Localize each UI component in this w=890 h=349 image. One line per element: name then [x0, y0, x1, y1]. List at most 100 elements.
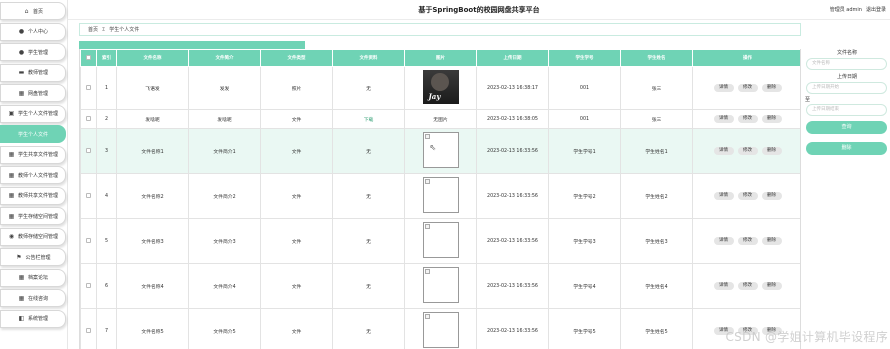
grid-icon: ▦	[18, 274, 25, 281]
image-thumbnail[interactable]	[422, 222, 459, 258]
student-number: 学生学号1	[548, 128, 621, 174]
grid-icon: ▦	[18, 89, 25, 97]
row-checkbox[interactable]	[86, 84, 91, 90]
sidebar-item[interactable]: ▦ 网盘管理	[0, 84, 66, 102]
sidebar-item[interactable]: ● 学生管理	[0, 43, 66, 61]
image-thumbnail[interactable]	[422, 267, 459, 303]
sidebar-item-label: 公告栏管理	[25, 254, 51, 261]
mouse-cursor-icon: ⇖	[429, 143, 437, 152]
batch-delete-button[interactable]: 删除	[806, 142, 887, 155]
row-checkbox[interactable]	[86, 327, 91, 333]
file-name: 文件名称3	[116, 218, 189, 264]
delete-button[interactable]: 删除	[761, 237, 782, 245]
logout-link[interactable]: 退出登录	[866, 6, 886, 13]
edit-button[interactable]: 修改	[737, 147, 758, 155]
edit-button[interactable]: 修改	[737, 282, 758, 290]
upload-date: 2023-02-13 16:38:05	[476, 109, 549, 129]
sidebar-item[interactable]: ▦ 学生共享文件管理	[0, 145, 66, 164]
detail-button[interactable]: 详情	[713, 84, 734, 92]
image-thumbnail[interactable]: ⇖	[422, 132, 459, 168]
sidebar-item[interactable]: ▦ 教师个人文件管理	[0, 166, 66, 184]
broken-image-icon	[424, 179, 430, 184]
sidebar-item[interactable]: ⚑ 公告栏管理	[0, 248, 66, 266]
detail-button[interactable]: 详情	[713, 115, 734, 123]
select-all-checkbox[interactable]	[86, 54, 91, 60]
image-thumbnail[interactable]	[422, 312, 459, 348]
table-row: 2 发啥呢 发啥呢 文件 下载 无图片 2023-02-13 16:38:05 001 张三 详情…	[80, 109, 800, 129]
delete-button[interactable]: 删除	[761, 147, 782, 155]
file-name: 文件名称5	[116, 308, 189, 349]
user-label: 管理员 admin	[829, 7, 862, 13]
student-name: 学生姓名4	[620, 263, 693, 309]
row-actions: 详情 修改 删除	[692, 109, 800, 129]
row-index: 5	[96, 218, 117, 264]
image-thumbnail[interactable]	[422, 177, 459, 213]
student-number: 学生学号2	[548, 173, 621, 219]
student-name: 学生姓名2	[620, 173, 693, 219]
sidebar-item[interactable]: ◉ 教师存储空间管理	[0, 227, 66, 246]
student-name: 张三	[620, 109, 693, 129]
student-number: 001	[548, 66, 621, 110]
row-actions: 详情 修改 删除	[692, 218, 800, 264]
edit-button[interactable]: 修改	[737, 115, 758, 123]
column-header: 学生姓名	[620, 49, 693, 67]
student-name: 学生姓名1	[620, 128, 693, 174]
sidebar-item-label: 个人中心	[27, 29, 48, 35]
row-checkbox[interactable]	[86, 192, 91, 198]
sidebar-item-label: 学生共享文件管理	[17, 152, 58, 158]
sidebar-item[interactable]: ▦ 学生存储空间管理	[0, 207, 66, 225]
sidebar-item-label: 网盘管理	[27, 90, 48, 97]
user-info: 管理员 admin 退出登录	[830, 6, 886, 13]
date-end-input[interactable]: 上传日期结束	[806, 104, 887, 116]
breadcrumb-home[interactable]: 首页	[88, 26, 98, 33]
column-header: 操作	[692, 49, 800, 67]
sidebar-item[interactable]: 学生个人文件	[0, 125, 66, 143]
detail-button[interactable]: 详情	[713, 282, 734, 290]
delete-button[interactable]: 删除	[761, 282, 782, 290]
column-header: 图片	[404, 49, 477, 67]
date-to-label: 至	[805, 97, 811, 103]
sidebar-item[interactable]: ▦ 档案论坛	[0, 268, 66, 287]
file-type: 照片	[260, 66, 333, 110]
photo-thumbnail[interactable]: Jay	[422, 70, 459, 104]
sidebar-item[interactable]: ▦ 在线咨询	[0, 289, 66, 307]
sidebar-item-label: 教师个人文件管理	[17, 172, 58, 179]
sidebar-item[interactable]: ▬ 教师管理	[0, 63, 66, 82]
sidebar-item[interactable]: ● 个人中心	[0, 22, 66, 41]
file-name-input[interactable]: 文件名称	[806, 58, 887, 70]
date-start-input[interactable]: 上传日期开始	[806, 82, 887, 94]
row-index: 6	[96, 263, 117, 309]
file-material: 无	[332, 173, 405, 219]
delete-button[interactable]: 删除	[761, 84, 782, 92]
search-panel: 文件名称 文件名称 上传日期 上传日期开始 至 上传日期结束 查询 删除	[804, 49, 890, 155]
delete-button[interactable]: 删除	[761, 115, 782, 123]
sidebar-item-label: 学生个人文件	[17, 131, 48, 138]
detail-button[interactable]: 详情	[713, 192, 734, 200]
edit-button[interactable]: 修改	[737, 192, 758, 200]
delete-button[interactable]: 删除	[761, 192, 782, 200]
watermark: CSDN @学姐计算机毕设程序	[725, 330, 888, 344]
file-type: 文件	[260, 218, 333, 264]
download-link[interactable]: 下载	[364, 118, 374, 123]
file-icon: ▣	[8, 110, 15, 117]
row-actions: 详情 修改 删除	[692, 128, 800, 174]
row-index: 2	[96, 109, 117, 129]
file-table: 索引 文件名称 文件简介 文件类型 文件资料 图片 上传日期 学生学号 学生姓名 操作 1 飞语发发…	[80, 49, 800, 349]
sidebar-item[interactable]: ◧ 系统管理	[0, 309, 66, 328]
sidebar-item-label: 教师管理	[27, 70, 48, 76]
column-header: 索引	[96, 49, 117, 67]
sidebar-item[interactable]: ▦ 教师共享文件管理	[0, 186, 66, 205]
edit-button[interactable]: 修改	[737, 84, 758, 92]
sidebar-item[interactable]: ▣ 学生个人文件管理	[0, 104, 66, 123]
sidebar-item[interactable]: ⌂ 首页	[0, 2, 66, 20]
file-image-cell	[404, 173, 477, 219]
search-button[interactable]: 查询	[806, 121, 887, 134]
row-checkbox[interactable]	[86, 237, 91, 243]
detail-button[interactable]: 详情	[713, 147, 734, 155]
row-checkbox[interactable]	[86, 282, 91, 288]
row-checkbox[interactable]	[86, 115, 91, 121]
row-select-cell	[80, 66, 97, 110]
edit-button[interactable]: 修改	[737, 237, 758, 245]
detail-button[interactable]: 详情	[713, 237, 734, 245]
row-checkbox[interactable]	[86, 147, 91, 153]
